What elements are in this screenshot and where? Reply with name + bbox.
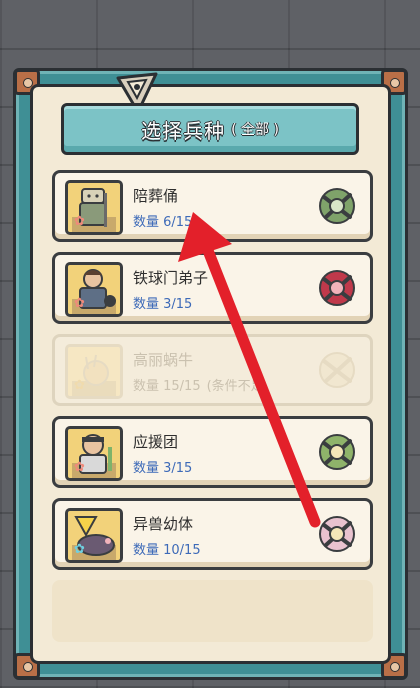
unit-count: 数量 10/15 bbox=[133, 543, 201, 558]
star-icon: ✿ bbox=[74, 296, 85, 311]
unit-card-peizangyong[interactable]: ✿ 陪葬俑 数量 6/15 bbox=[52, 170, 373, 242]
star-icon: ✿ bbox=[74, 460, 85, 475]
unit-portrait: ✿ bbox=[65, 180, 123, 235]
faction-icon bbox=[319, 434, 355, 470]
unit-portrait: ✿ bbox=[65, 426, 123, 481]
title-banner: 选择兵种 ( 全部 ) bbox=[61, 103, 359, 155]
empty-slot bbox=[52, 580, 373, 642]
star-icon: ✿ bbox=[74, 542, 85, 557]
star-icon: ✿ bbox=[74, 214, 85, 229]
unit-name: 高丽蜗牛 bbox=[133, 351, 194, 369]
page-title: 选择兵种 bbox=[141, 118, 226, 143]
filter-label[interactable]: ( 全部 ) bbox=[231, 119, 279, 139]
unit-condition-note: (条件不足 bbox=[206, 379, 264, 394]
unit-name: 异兽幼体 bbox=[133, 515, 194, 533]
unit-count: 数量 3/15 bbox=[133, 461, 193, 476]
unit-card-gaoliwoniu: ✿ 高丽蜗牛 数量 15/15 (条件不足 bbox=[52, 334, 373, 406]
unit-name: 陪葬俑 bbox=[133, 187, 179, 205]
faction-icon bbox=[319, 188, 355, 224]
unit-count: 数量 3/15 bbox=[133, 297, 193, 312]
unit-portrait: ✿ bbox=[65, 508, 123, 563]
unit-count: 数量 6/15 bbox=[133, 215, 193, 230]
unit-name: 应援团 bbox=[133, 433, 179, 451]
star-icon: ✿ bbox=[74, 378, 85, 393]
faction-icon bbox=[319, 352, 355, 388]
unit-count: 数量 15/15 (条件不足 bbox=[133, 379, 264, 394]
unit-name: 铁球门弟子 bbox=[133, 269, 209, 287]
faction-icon bbox=[319, 516, 355, 552]
unit-card-tieqiumen[interactable]: ✿ 铁球门弟子 数量 3/15 bbox=[52, 252, 373, 324]
unit-card-yishouyouti[interactable]: ✿ 异兽幼体 数量 10/15 bbox=[52, 498, 373, 570]
unit-portrait: ✿ bbox=[65, 344, 123, 399]
unit-card-yingyuantuan[interactable]: ✿ 应援团 数量 3/15 bbox=[52, 416, 373, 488]
unit-portrait: ✿ bbox=[65, 262, 123, 317]
faction-icon bbox=[319, 270, 355, 306]
